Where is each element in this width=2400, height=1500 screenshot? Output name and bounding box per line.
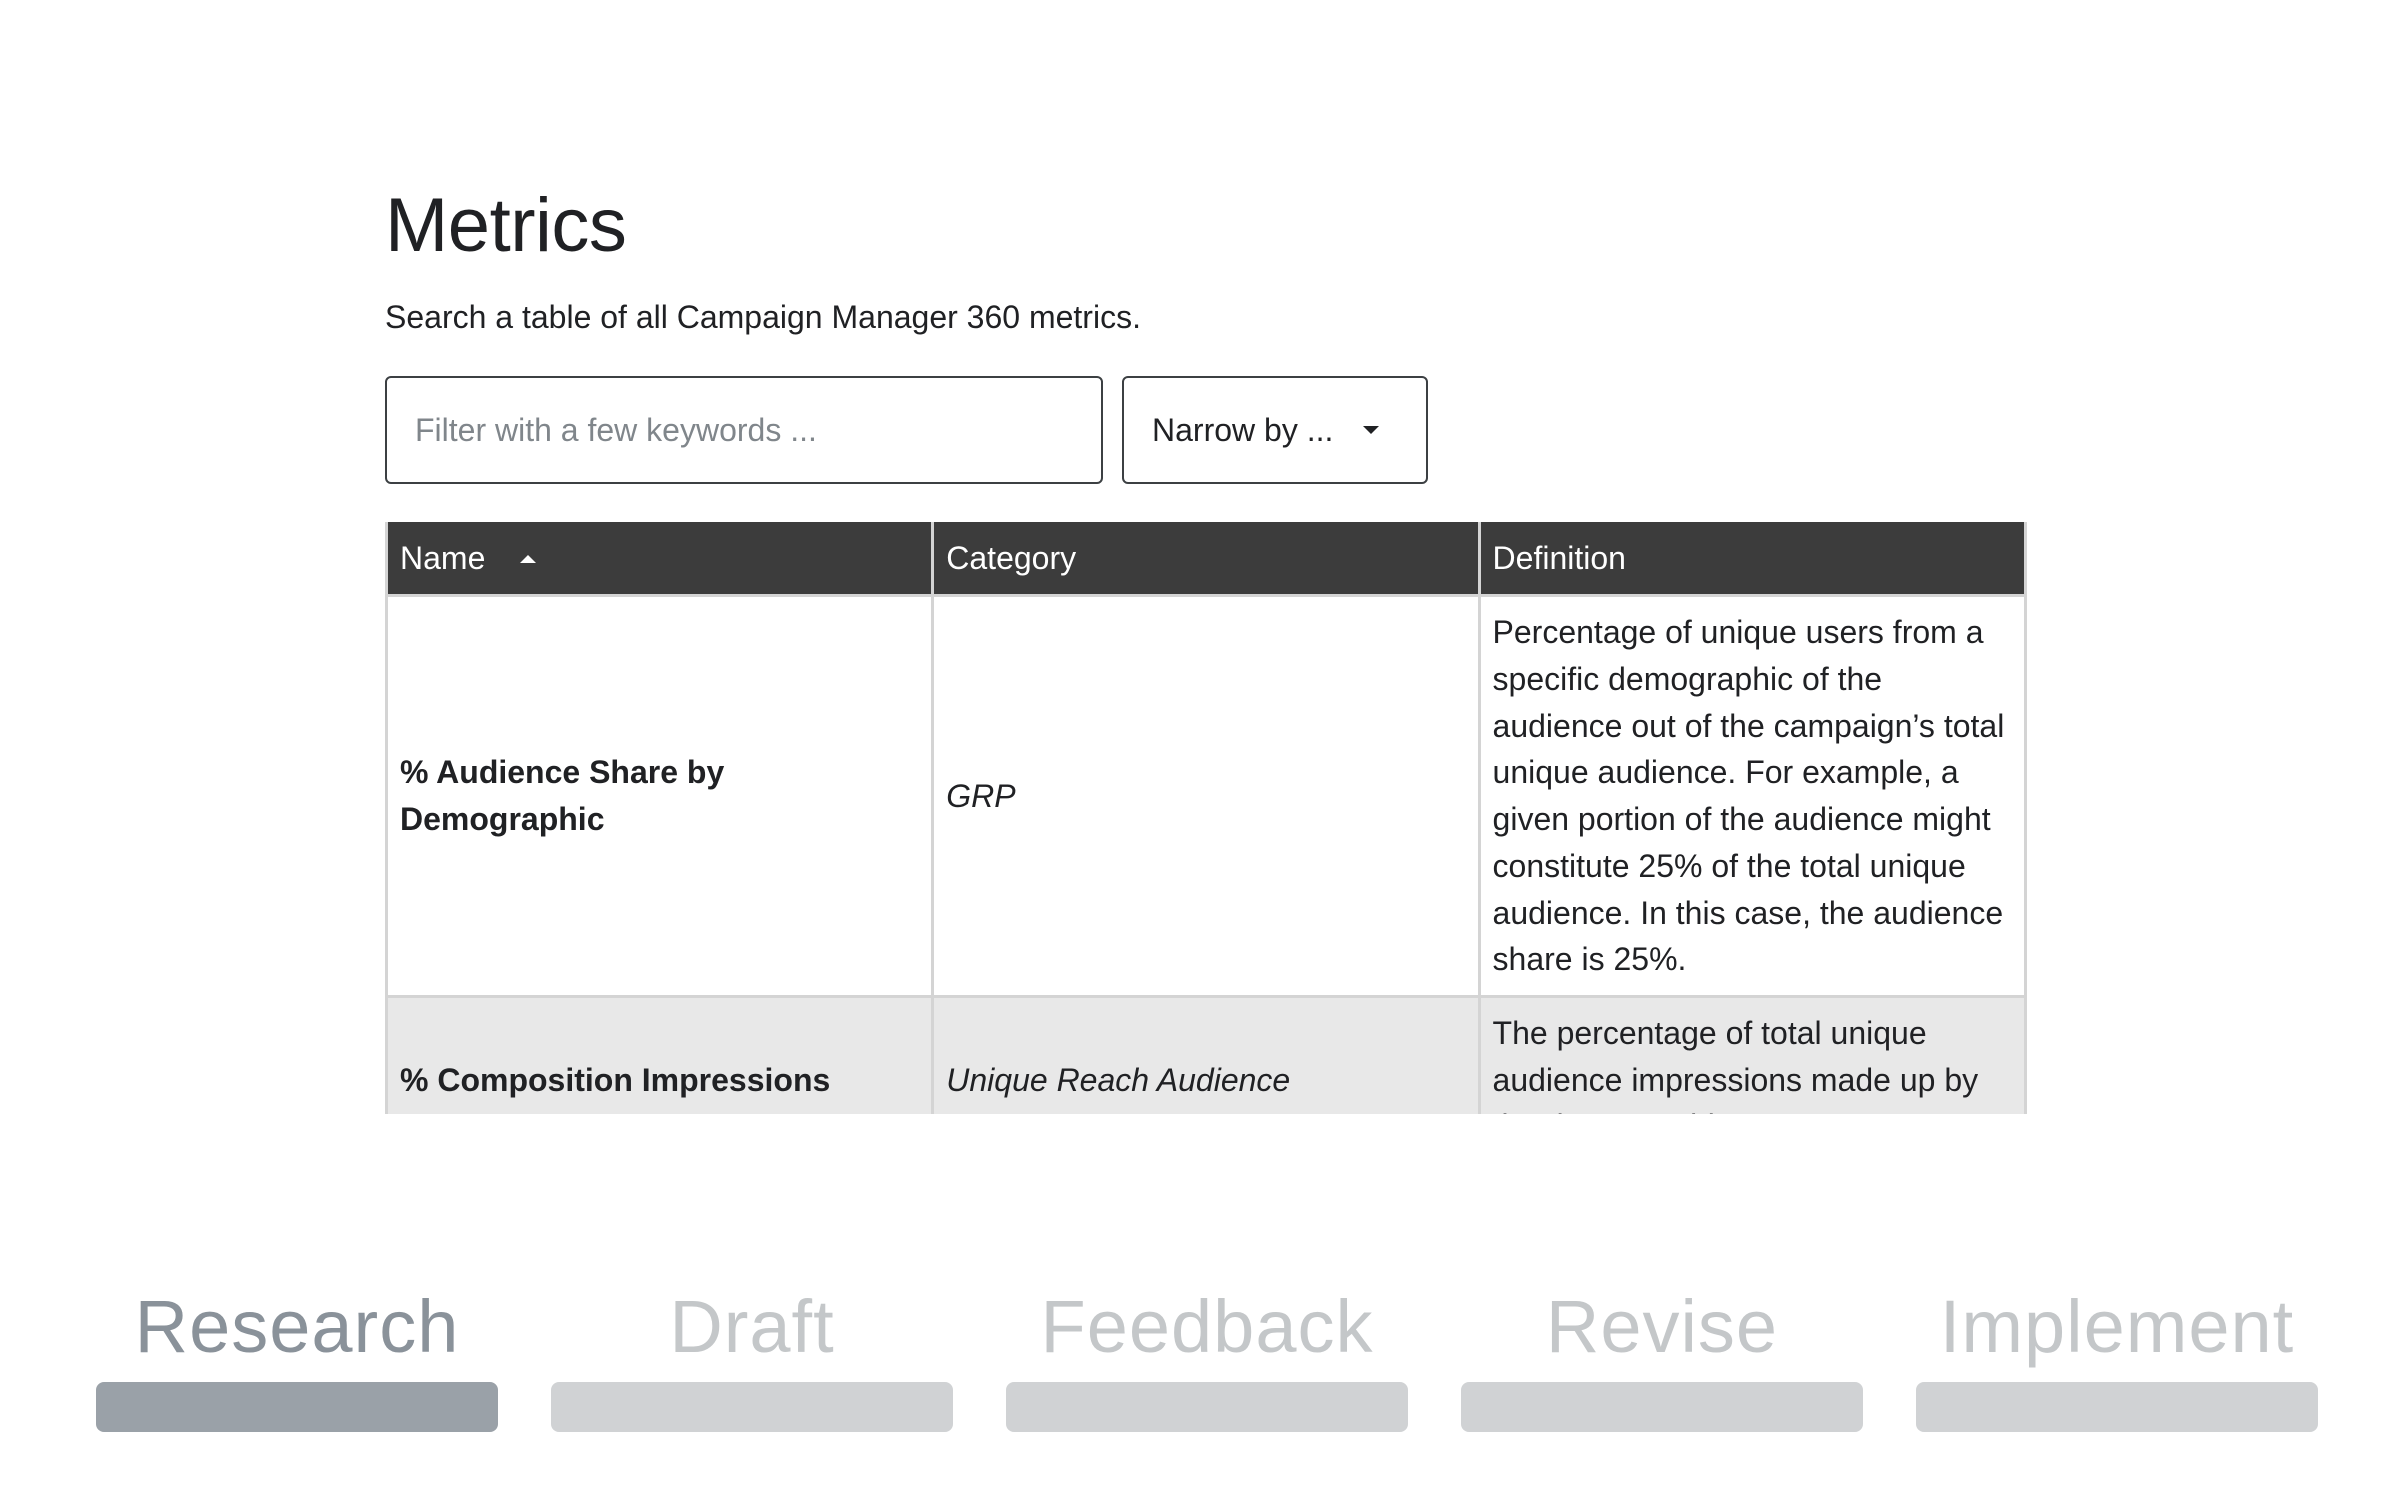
metric-category-cell: GRP [931, 594, 1481, 998]
metric-name-cell: % Audience Share by Demographic [385, 594, 935, 998]
step-label: Draft [669, 1285, 835, 1368]
process-steps: Research Draft Feedback Revise Implement [96, 1290, 2318, 1432]
table-row: % Composition Impressions Unique Reach A… [385, 994, 2028, 1115]
column-header-label: Definition [1492, 539, 1626, 576]
column-header-category[interactable]: Category [931, 522, 1481, 596]
narrow-by-dropdown[interactable]: Narrow by ... [1122, 376, 1428, 485]
step-progress-bar [551, 1382, 953, 1432]
column-header-definition[interactable]: Definition [1477, 522, 2028, 596]
metric-definition-cell: Percentage of unique users from a specif… [1477, 594, 2028, 998]
filter-controls: Narrow by ... [385, 376, 2025, 485]
step-label: Feedback [1040, 1285, 1374, 1368]
chevron-down-icon [1363, 426, 1380, 435]
step-implement[interactable]: Implement [1916, 1290, 2318, 1432]
table-row: % Audience Share by Demographic GRP Perc… [385, 594, 2028, 998]
step-progress-bar [96, 1382, 498, 1432]
step-feedback[interactable]: Feedback [1006, 1290, 1408, 1432]
step-progress-bar [1006, 1382, 1408, 1432]
step-label: Revise [1545, 1285, 1779, 1368]
metric-definition-cell: The percentage of total unique audience … [1477, 994, 2028, 1115]
step-revise[interactable]: Revise [1461, 1290, 1863, 1432]
step-progress-bar [1461, 1382, 1863, 1432]
step-label: Research [134, 1285, 460, 1368]
sort-ascending-icon [520, 554, 537, 563]
step-draft[interactable]: Draft [551, 1290, 953, 1432]
column-header-label: Name [400, 539, 486, 576]
metrics-panel: Metrics Search a table of all Campaign M… [385, 180, 2028, 1115]
narrow-by-label: Narrow by ... [1152, 411, 1334, 448]
step-research[interactable]: Research [96, 1290, 498, 1432]
metric-category-cell: Unique Reach Audience [931, 994, 1481, 1115]
metrics-table-viewport[interactable]: Name Category Definition % Audience Shar… [385, 484, 2035, 1115]
step-progress-bar [1916, 1382, 2318, 1432]
step-label: Implement [1939, 1285, 2295, 1368]
column-header-label: Category [946, 539, 1077, 576]
column-header-name[interactable]: Name [385, 522, 935, 596]
page-title: Metrics [385, 183, 627, 268]
metric-name-cell: % Composition Impressions [385, 994, 935, 1115]
table-header-row: Name Category Definition [385, 522, 2028, 596]
keyword-filter-input[interactable] [385, 376, 1103, 485]
metrics-table: Name Category Definition % Audience Shar… [385, 522, 2028, 1115]
page-subtitle: Search a table of all Campaign Manager 3… [385, 299, 1141, 336]
